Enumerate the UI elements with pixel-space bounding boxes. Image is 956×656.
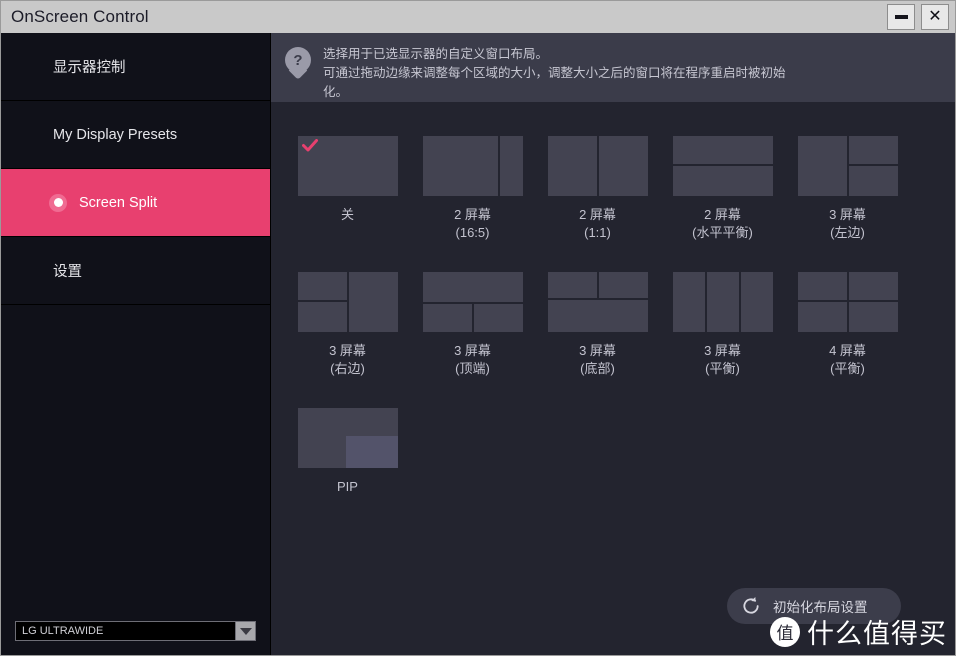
layout-tile-off[interactable]: 关 xyxy=(285,136,410,241)
minimize-icon xyxy=(894,15,908,19)
layout-grid: 关 2 屏幕 (16:5) 2 屏幕 (1:1) 2 屏幕 (水平平衡) 3 屏… xyxy=(271,102,955,655)
layout-tile-label: 2 屏幕 (水平平衡) xyxy=(692,207,753,240)
reset-layout-label: 初始化布局设置 xyxy=(773,600,868,615)
layout-preview-2-screen-horizontal-balanced xyxy=(672,136,773,196)
main-panel: ? 选择用于已选显示器的自定义窗口布局。 可通过拖动边缘来调整每个区域的大小，调… xyxy=(271,33,955,655)
sidebar-item-my-display-presets[interactable]: My Display Presets xyxy=(1,101,270,169)
layout-tile-3-screen-top[interactable]: 3 屏幕 (顶端) xyxy=(410,272,535,377)
help-line-3: 化。 xyxy=(323,85,349,99)
window-title: OnScreen Control xyxy=(11,7,149,26)
layout-tile-3-screen-bottom[interactable]: 3 屏幕 (底部) xyxy=(535,272,660,377)
layout-preview-3-screen-top xyxy=(422,272,523,333)
layout-tile-pip[interactable]: PIP xyxy=(285,408,410,496)
layout-preview-3-screen-balanced xyxy=(672,272,773,333)
window-body: 显示器控制 My Display Presets Screen Split 设置… xyxy=(1,33,955,655)
help-text: 选择用于已选显示器的自定义窗口布局。 可通过拖动边缘来调整每个区域的大小，调整大… xyxy=(323,43,786,102)
monitor-select-dropdown[interactable]: LG ULTRAWIDE xyxy=(15,621,256,641)
layout-preview-3-screen-right xyxy=(297,272,398,333)
sidebar-item-label: 设置 xyxy=(53,264,82,280)
layout-preview-pip xyxy=(297,408,398,469)
layout-row: PIP xyxy=(285,408,955,496)
layout-tile-label: 2 屏幕 (1:1) xyxy=(579,207,616,240)
check-icon xyxy=(301,139,318,152)
close-button[interactable]: ✕ xyxy=(921,4,949,30)
layout-tile-label: 4 屏幕 (平衡) xyxy=(829,343,866,376)
question-mark-pin-icon: ? xyxy=(285,47,311,77)
layout-preview-3-screen-left xyxy=(797,136,898,196)
layout-preview-2-screen-16-5 xyxy=(422,136,523,196)
help-line-1: 选择用于已选显示器的自定义窗口布局。 xyxy=(323,47,549,61)
title-bar: OnScreen Control ✕ xyxy=(1,1,955,33)
layout-preview-3-screen-bottom xyxy=(547,272,648,333)
layout-tile-label: 3 屏幕 (右边) xyxy=(329,343,366,376)
layout-tile-label: 3 屏幕 (平衡) xyxy=(704,343,741,376)
help-banner: ? 选择用于已选显示器的自定义窗口布局。 可通过拖动边缘来调整每个区域的大小，调… xyxy=(271,33,955,102)
layout-preview-2-screen-1-1 xyxy=(547,136,648,196)
layout-tile-label: 关 xyxy=(340,207,354,222)
sidebar-item-label: My Display Presets xyxy=(53,126,178,143)
layout-tile-label: 3 屏幕 (左边) xyxy=(829,207,866,240)
close-icon: ✕ xyxy=(928,8,942,25)
sidebar-item-settings[interactable]: 设置 xyxy=(1,237,270,305)
layout-tile-label: 3 屏幕 (顶端) xyxy=(454,343,491,376)
radio-selected-icon xyxy=(49,193,67,212)
layout-tile-3-screen-left[interactable]: 3 屏幕 (左边) xyxy=(785,136,910,241)
window-controls: ✕ xyxy=(887,4,949,30)
layout-row: 3 屏幕 (右边) 3 屏幕 (顶端) 3 屏幕 (底部) 3 屏幕 (平衡) … xyxy=(285,272,955,377)
minimize-button[interactable] xyxy=(887,4,915,30)
chevron-down-icon[interactable] xyxy=(235,622,255,640)
reset-layout-button[interactable]: 初始化布局设置 xyxy=(727,588,901,624)
sidebar-item-monitor-control[interactable]: 显示器控制 xyxy=(1,33,270,101)
sidebar-item-label: 显示器控制 xyxy=(53,60,126,76)
layout-tile-4-screen-balanced[interactable]: 4 屏幕 (平衡) xyxy=(785,272,910,377)
layout-tile-2-screen-16-5[interactable]: 2 屏幕 (16:5) xyxy=(410,136,535,241)
layout-tile-3-screen-balanced[interactable]: 3 屏幕 (平衡) xyxy=(660,272,785,377)
sidebar-item-screen-split[interactable]: Screen Split xyxy=(1,169,270,237)
refresh-icon xyxy=(743,597,759,614)
layout-tile-label: 3 屏幕 (底部) xyxy=(579,343,616,376)
layout-row: 关 2 屏幕 (16:5) 2 屏幕 (1:1) 2 屏幕 (水平平衡) 3 屏… xyxy=(285,136,955,241)
layout-preview-off xyxy=(297,136,398,196)
monitor-select-value: LG ULTRAWIDE xyxy=(22,625,104,637)
onscreen-control-window: OnScreen Control ✕ 显示器控制 My Display Pres… xyxy=(0,0,956,656)
layout-tile-label: 2 屏幕 (16:5) xyxy=(454,207,491,240)
help-line-2: 可通过拖动边缘来调整每个区域的大小，调整大小之后的窗口将在程序重启时被初始 xyxy=(323,66,786,80)
layout-preview-4-screen-balanced xyxy=(797,272,898,333)
layout-tile-label: PIP xyxy=(337,479,358,495)
sidebar-item-label: Screen Split xyxy=(79,194,158,211)
layout-tile-2-screen-1-1[interactable]: 2 屏幕 (1:1) xyxy=(535,136,660,241)
layout-tile-3-screen-right[interactable]: 3 屏幕 (右边) xyxy=(285,272,410,377)
layout-tile-2-screen-horizontal-balanced[interactable]: 2 屏幕 (水平平衡) xyxy=(660,136,785,241)
sidebar: 显示器控制 My Display Presets Screen Split 设置… xyxy=(1,33,271,655)
